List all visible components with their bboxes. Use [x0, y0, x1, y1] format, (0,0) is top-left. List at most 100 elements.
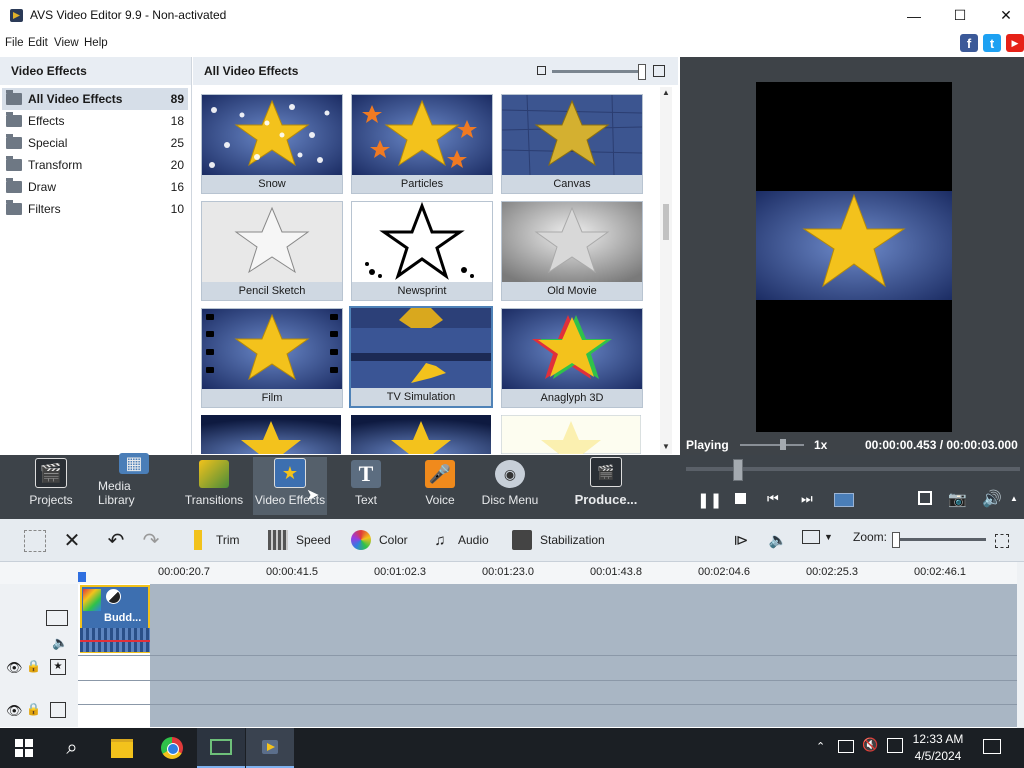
timeline-cursor-marker[interactable] [78, 572, 86, 582]
category-count: 16 [170, 180, 184, 194]
file-explorer-icon[interactable] [98, 728, 146, 768]
clock-date[interactable]: 4/5/2024 [912, 749, 964, 763]
stabilization-button[interactable]: Stabilization [512, 530, 605, 550]
effect-tile-tv-simulation[interactable]: TV Simulation [349, 306, 493, 408]
text-button[interactable]: T Text [340, 455, 392, 515]
storyboard-icon [24, 530, 46, 552]
disc-menu-button[interactable]: ◉ Disc Menu [480, 455, 540, 515]
action-center-icon[interactable] [983, 739, 1001, 754]
split-view-icon[interactable] [834, 493, 854, 507]
gallery-scrollbar[interactable] [660, 87, 672, 454]
ruler-tick: 00:02:04.6 [698, 566, 750, 578]
search-icon[interactable]: ⌕ [48, 728, 96, 768]
audio-mixer-button[interactable]: 🔈 [768, 530, 796, 550]
zoom-slider[interactable] [892, 538, 986, 541]
seek-handle[interactable] [733, 459, 743, 481]
monitor-icon [802, 530, 820, 544]
notification-app-icon[interactable] [887, 738, 903, 753]
color-button[interactable]: Color [351, 530, 408, 550]
gallery-title: All Video Effects [204, 64, 299, 78]
category-item-all[interactable]: All Video Effects 89 [2, 88, 188, 110]
audio-button[interactable]: ♫ Audio [430, 530, 488, 550]
start-button[interactable] [0, 728, 48, 768]
previous-frame-icon[interactable]: ⏮ [767, 491, 779, 507]
effect-tile-partial[interactable] [201, 415, 341, 454]
speed-slider-handle[interactable] [780, 439, 786, 450]
effect-tile-film[interactable]: Film [201, 308, 343, 408]
voice-button[interactable]: 🎤 Voice [414, 455, 466, 515]
effect-tile-canvas[interactable]: Canvas [501, 94, 643, 194]
stop-icon[interactable] [735, 493, 746, 504]
youtube-icon[interactable]: ▶ [1006, 34, 1024, 52]
category-item-effects[interactable]: Effects 18 [2, 110, 188, 132]
visibility-eye-icon[interactable]: 👁 [6, 660, 23, 676]
large-thumbnail-icon[interactable] [653, 65, 665, 77]
volume-muted-icon[interactable]: 🔇 [862, 737, 878, 753]
avs-editor-taskbar-icon[interactable] [246, 728, 294, 768]
category-label: Draw [28, 180, 57, 194]
pause-icon[interactable]: ❚❚ [697, 491, 722, 509]
scroll-down-icon[interactable]: ▼ [662, 442, 670, 451]
snapshot-icon[interactable]: 📷 [948, 490, 967, 508]
menu-edit[interactable]: Edit [28, 37, 48, 49]
maximize-button[interactable]: ☐ [937, 0, 983, 31]
volume-up-arrow-icon[interactable]: ▲ [1010, 494, 1018, 503]
minimize-button[interactable]: — [891, 0, 937, 31]
produce-button[interactable]: 🎬 Produce... [570, 455, 642, 515]
effect-tile-partial[interactable] [351, 415, 491, 454]
speed-slider[interactable] [740, 444, 804, 446]
network-icon[interactable] [838, 740, 854, 753]
thumbnail-size-handle[interactable] [638, 64, 646, 80]
effect-tile-pencil-sketch[interactable]: Pencil Sketch [201, 201, 343, 301]
menu-file[interactable]: File [5, 37, 24, 49]
category-item-transform[interactable]: Transform 20 [2, 154, 188, 176]
speed-button[interactable]: Speed [268, 530, 331, 550]
facebook-icon[interactable]: f [960, 34, 978, 52]
effect-tile-newsprint[interactable]: Newsprint [351, 201, 493, 301]
undo-button[interactable]: ↶ [106, 530, 134, 552]
scroll-up-icon[interactable]: ▲ [662, 88, 670, 97]
trim-button[interactable]: Trim [194, 530, 240, 550]
visibility-eye-icon[interactable]: 👁 [6, 703, 23, 719]
fullscreen-icon[interactable] [918, 491, 932, 505]
volume-icon[interactable]: 🔊 [982, 489, 1002, 509]
mute-audio-icon[interactable]: 🔈 [52, 635, 68, 651]
projects-button[interactable]: 🎬 Projects [20, 455, 82, 515]
effect-tile-particles[interactable]: Particles [351, 94, 493, 194]
aspect-ratio-button[interactable]: ▼ [802, 530, 833, 544]
category-item-draw[interactable]: Draw 16 [2, 176, 188, 198]
close-button[interactable]: ✕ [983, 0, 1024, 31]
film-icon: ▦ [119, 453, 149, 474]
timeline-scrollbar[interactable] [1017, 562, 1024, 728]
lock-icon[interactable]: 🔒 [26, 659, 41, 673]
toolbar-label: Text [354, 493, 377, 507]
small-thumbnail-icon[interactable] [537, 66, 546, 75]
delete-button[interactable]: ✕ [62, 530, 90, 552]
effect-tile-old-movie[interactable]: Old Movie [501, 201, 643, 301]
storyboard-toggle-button[interactable] [24, 530, 54, 552]
split-clip-button[interactable]: ⧐ [731, 530, 759, 550]
thumbnail-size-slider[interactable] [552, 70, 644, 73]
redo-button[interactable]: ↷ [141, 530, 169, 552]
video-app-icon[interactable] [197, 728, 245, 768]
lock-icon[interactable]: 🔒 [26, 702, 41, 716]
canvas-thumbnail [502, 95, 642, 175]
twitter-icon[interactable]: t [983, 34, 1001, 52]
effect-tile-partial[interactable] [501, 415, 641, 454]
fit-to-window-icon[interactable] [995, 534, 1009, 548]
category-item-special[interactable]: Special 25 [2, 132, 188, 154]
next-frame-icon[interactable]: ⏭ [801, 491, 813, 507]
category-item-filters[interactable]: Filters 10 [2, 198, 188, 220]
particles-thumbnail [352, 95, 492, 175]
effect-tile-snow[interactable]: Snow [201, 94, 343, 194]
zoom-slider-handle[interactable] [892, 532, 900, 548]
menu-view[interactable]: View [54, 37, 79, 49]
clock-time[interactable]: 12:33 AM [912, 732, 964, 746]
scrollbar-thumb[interactable] [663, 204, 669, 240]
chrome-icon[interactable] [148, 728, 196, 768]
effect-tile-anaglyph-3d[interactable]: Anaglyph 3D [501, 308, 643, 408]
media-library-button[interactable]: ▦ Media Library [98, 453, 170, 515]
menu-help[interactable]: Help [84, 37, 108, 49]
tray-overflow-icon[interactable]: ⌃ [816, 740, 825, 753]
transitions-button[interactable]: Transitions [184, 455, 244, 515]
